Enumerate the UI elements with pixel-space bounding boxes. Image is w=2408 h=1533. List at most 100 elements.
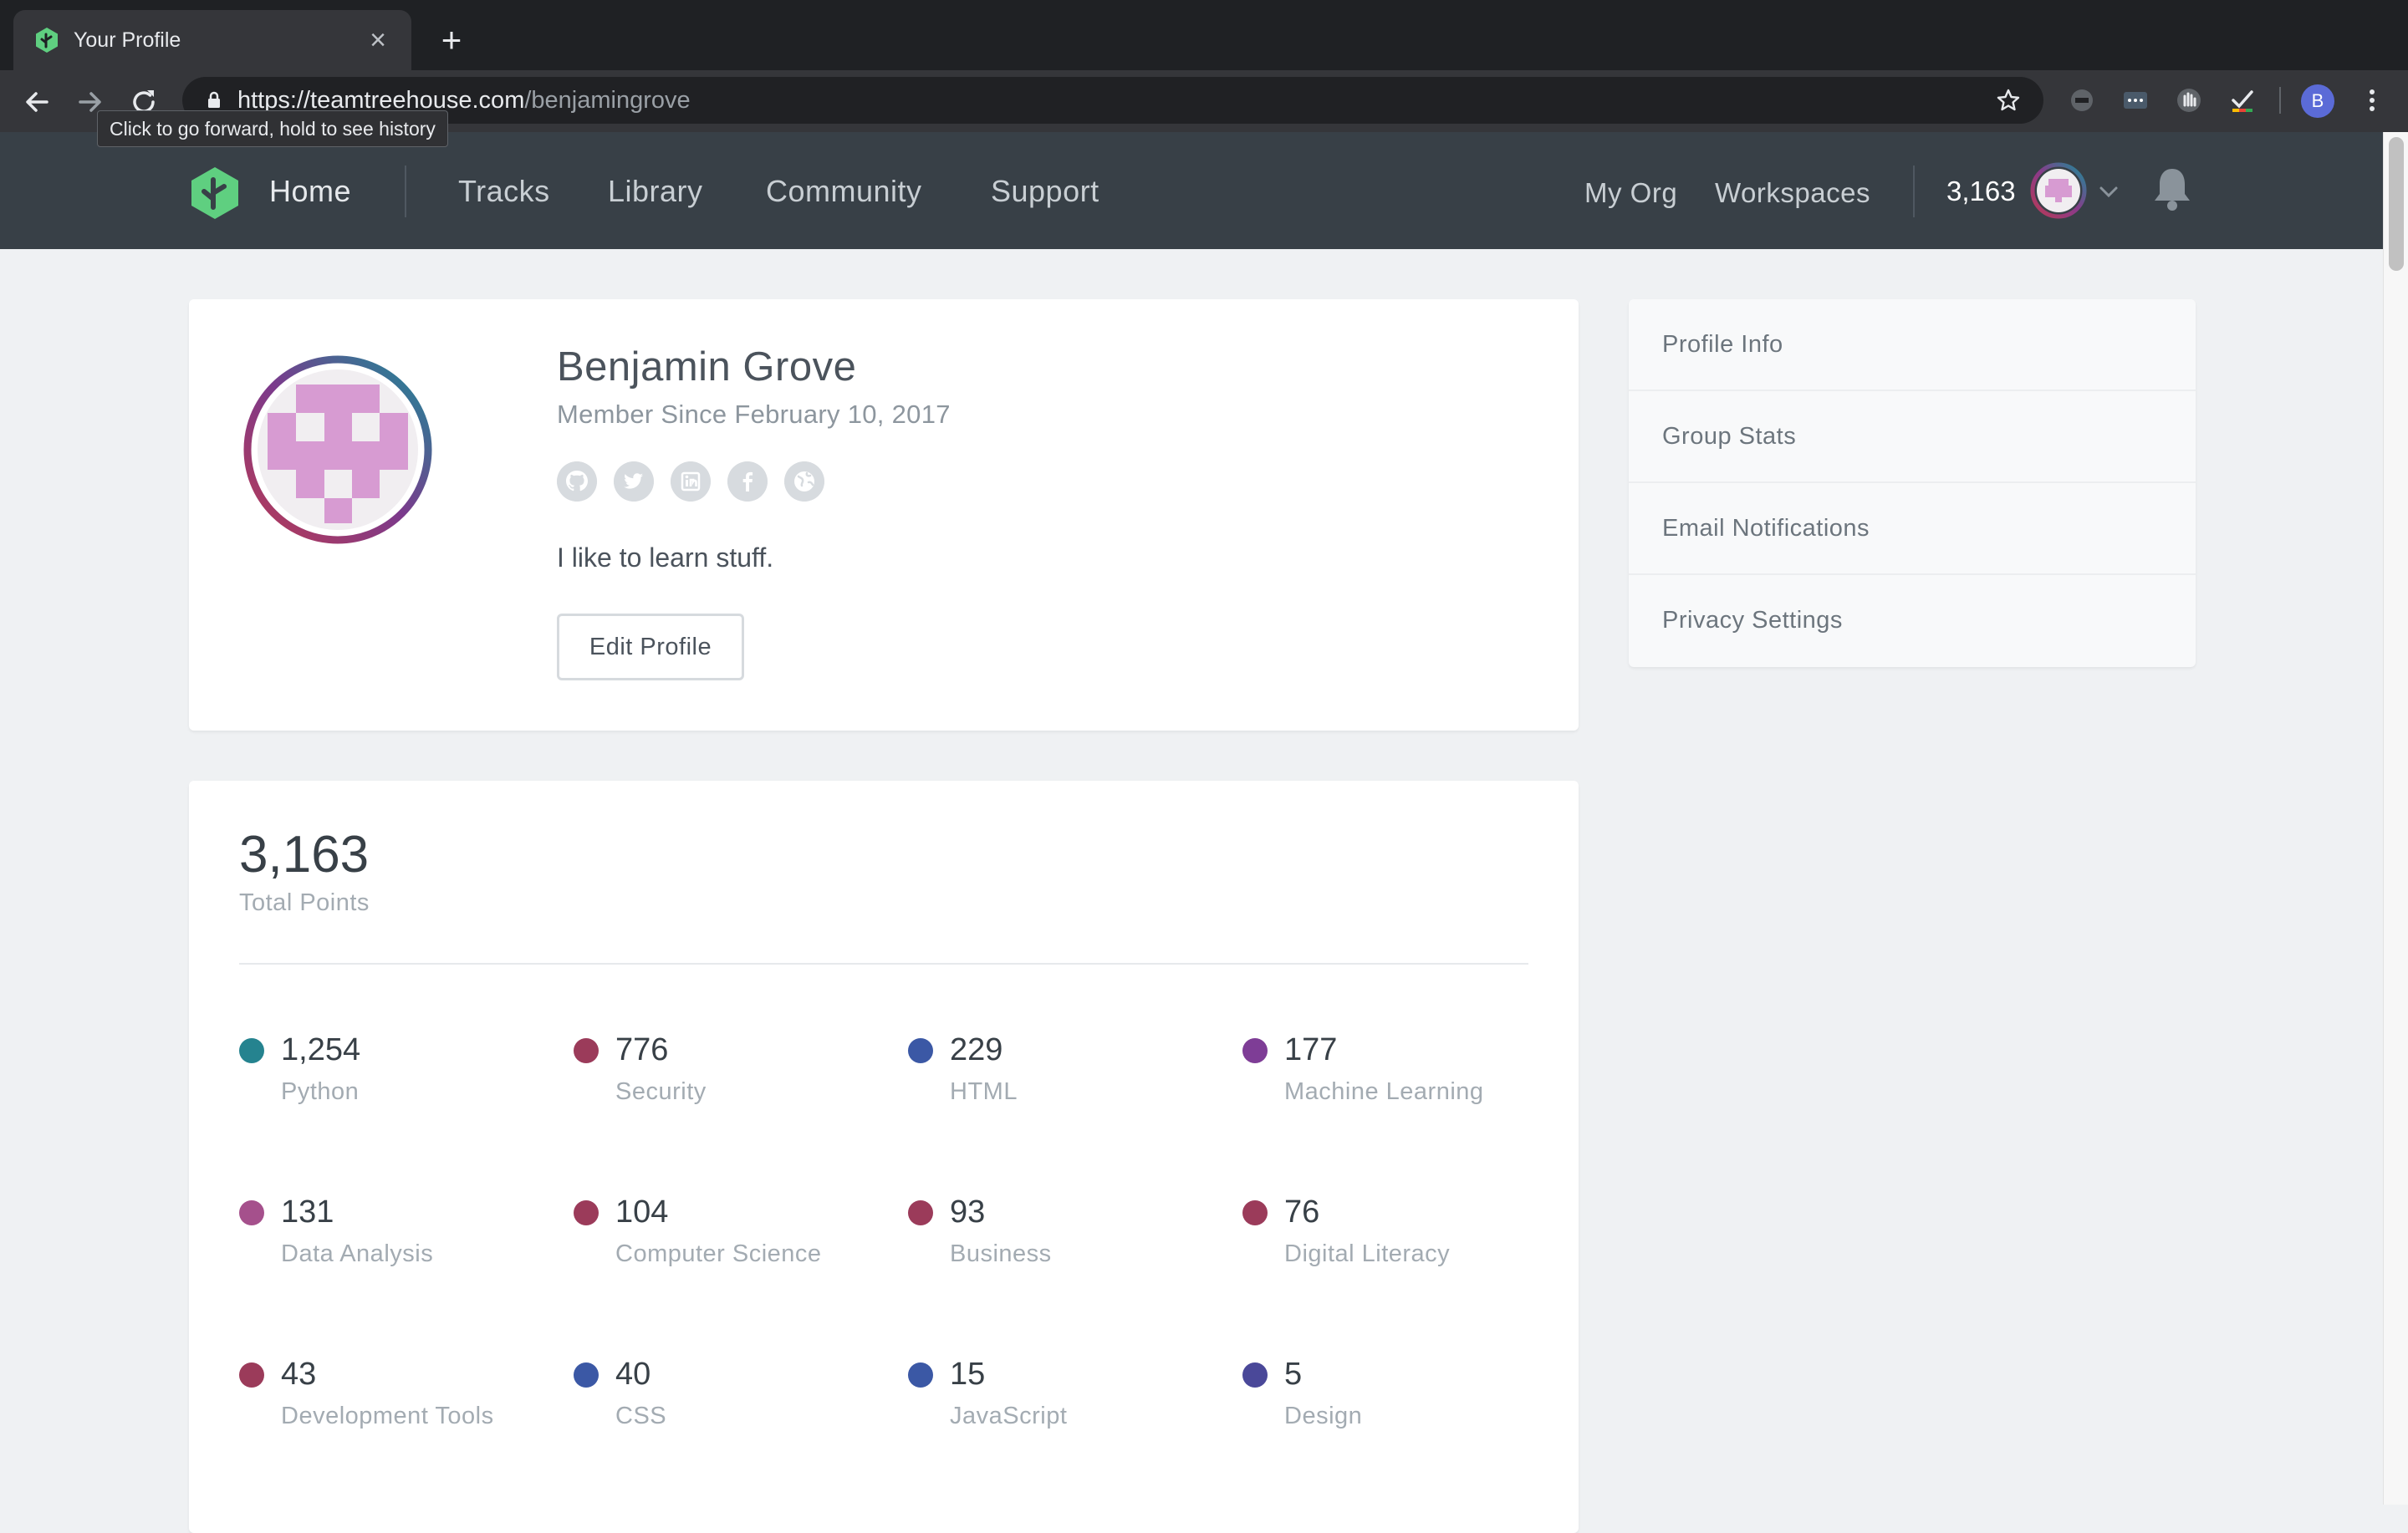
topic-name: Design bbox=[1284, 1403, 1363, 1429]
points-divider bbox=[239, 963, 1528, 965]
menu-item-label: Profile Info bbox=[1662, 331, 1783, 358]
topic-color-dot bbox=[574, 1362, 599, 1388]
topic-points-item: 76 Digital Literacy bbox=[1242, 1190, 1560, 1291]
new-tab-icon[interactable]: + bbox=[435, 23, 468, 58]
topic-points-value: 43 bbox=[281, 1357, 317, 1392]
forward-tooltip: Click to go forward, hold to see history bbox=[97, 110, 448, 147]
topic-color-dot bbox=[574, 1038, 599, 1063]
header-points[interactable]: 3,163 bbox=[1946, 174, 2016, 209]
topic-color-dot bbox=[908, 1362, 933, 1388]
total-points-value: 3,163 bbox=[239, 826, 370, 884]
topic-name: Digital Literacy bbox=[1284, 1240, 1451, 1267]
linkedin-icon[interactable] bbox=[671, 461, 711, 502]
topic-name: Machine Learning bbox=[1284, 1078, 1484, 1105]
topic-points-value: 76 bbox=[1284, 1194, 1320, 1230]
topic-name: Python bbox=[281, 1078, 360, 1105]
topic-name: Development Tools bbox=[281, 1403, 494, 1429]
topic-points-item: 1,254 Python bbox=[239, 1028, 557, 1128]
menu-email-notifications[interactable]: Email Notifications bbox=[1629, 483, 2196, 575]
topic-color-dot bbox=[908, 1200, 933, 1225]
menu-group-stats[interactable]: Group Stats bbox=[1629, 391, 2196, 483]
header-divider bbox=[405, 166, 406, 217]
topic-color-dot bbox=[239, 1038, 264, 1063]
topic-color-dot bbox=[574, 1200, 599, 1225]
profile-avatar bbox=[243, 355, 432, 544]
topic-points-value: 15 bbox=[950, 1357, 986, 1392]
extension-icon[interactable] bbox=[2065, 84, 2099, 117]
member-since: Member Since February 10, 2017 bbox=[557, 400, 951, 429]
topic-color-dot bbox=[1242, 1200, 1268, 1225]
topic-points-value: 177 bbox=[1284, 1032, 1338, 1067]
topic-points-item: 40 CSS bbox=[574, 1352, 891, 1453]
site-header: Home Tracks Library Community Support My… bbox=[0, 132, 2383, 249]
topic-points-value: 5 bbox=[1284, 1357, 1303, 1392]
nav-home[interactable]: Home bbox=[269, 172, 351, 211]
globe-icon[interactable] bbox=[784, 461, 824, 502]
treehouse-favicon-icon bbox=[36, 28, 58, 53]
treehouse-logo-icon[interactable] bbox=[187, 166, 242, 221]
browser-profile-avatar[interactable]: B bbox=[2301, 84, 2334, 118]
topic-color-dot bbox=[1242, 1362, 1268, 1388]
profile-card: Benjamin Grove Member Since February 10,… bbox=[189, 299, 1579, 731]
address-bar[interactable]: https://teamtreehouse.com/benjamingrove bbox=[182, 77, 2043, 124]
topic-name: Business bbox=[950, 1240, 1052, 1267]
topic-points-item: 131 Data Analysis bbox=[239, 1190, 557, 1291]
topic-name: Computer Science bbox=[615, 1240, 822, 1267]
topic-name: Security bbox=[615, 1078, 707, 1105]
toolbar-divider bbox=[2279, 87, 2281, 114]
topic-points-value: 93 bbox=[950, 1194, 986, 1230]
topic-name: Data Analysis bbox=[281, 1240, 434, 1267]
menu-item-label: Group Stats bbox=[1662, 423, 1797, 450]
nav-support[interactable]: Support bbox=[991, 172, 1099, 211]
kebab-menu-icon[interactable] bbox=[2360, 84, 2385, 117]
bell-icon[interactable] bbox=[2149, 164, 2196, 214]
topic-name: HTML bbox=[950, 1078, 1018, 1105]
topic-name: CSS bbox=[615, 1403, 667, 1429]
password-manager-icon[interactable] bbox=[2119, 84, 2152, 117]
menu-profile-info[interactable]: Profile Info bbox=[1629, 299, 2196, 391]
profile-name: Benjamin Grove bbox=[557, 344, 857, 390]
browser-tab[interactable]: Your Profile × bbox=[13, 10, 411, 70]
tab-close-icon[interactable]: × bbox=[363, 25, 393, 55]
github-icon[interactable] bbox=[557, 461, 597, 502]
menu-item-label: Privacy Settings bbox=[1662, 607, 1843, 634]
topic-points-item: 15 JavaScript bbox=[908, 1352, 1226, 1453]
topic-points-value: 104 bbox=[615, 1194, 669, 1230]
edit-profile-button[interactable]: Edit Profile bbox=[557, 614, 744, 680]
topic-points-value: 40 bbox=[615, 1357, 651, 1392]
header-divider-right bbox=[1913, 166, 1915, 217]
browser-tab-strip: Your Profile × + bbox=[0, 0, 2408, 70]
menu-privacy-settings[interactable]: Privacy Settings bbox=[1629, 575, 2196, 667]
lock-icon bbox=[208, 91, 220, 108]
topic-points-value: 776 bbox=[615, 1032, 669, 1067]
checkmark-extension-icon[interactable] bbox=[2226, 84, 2259, 117]
topic-points-item: 776 Security bbox=[574, 1028, 891, 1128]
nav-community[interactable]: Community bbox=[766, 172, 922, 211]
topic-points-value: 131 bbox=[281, 1194, 334, 1230]
back-arrow-icon[interactable] bbox=[20, 85, 54, 119]
bookmark-star-icon[interactable] bbox=[1995, 87, 2022, 114]
nav-workspaces[interactable]: Workspaces bbox=[1715, 174, 1870, 212]
topic-points-item: 5 Design bbox=[1242, 1352, 1560, 1453]
twitter-icon[interactable] bbox=[614, 461, 654, 502]
topic-points-item: 104 Computer Science bbox=[574, 1190, 891, 1291]
facebook-icon[interactable] bbox=[727, 461, 768, 502]
hand-extension-icon[interactable] bbox=[2172, 84, 2206, 117]
tab-title: Your Profile bbox=[74, 28, 181, 52]
topic-points-item: 43 Development Tools bbox=[239, 1352, 557, 1453]
page-scrollbar[interactable] bbox=[2383, 132, 2408, 1505]
topic-color-dot bbox=[239, 1200, 264, 1225]
chevron-down-icon[interactable] bbox=[2097, 181, 2120, 204]
nav-my-org[interactable]: My Org bbox=[1584, 174, 1677, 212]
topic-points-value: 1,254 bbox=[281, 1032, 361, 1067]
topic-color-dot bbox=[239, 1362, 264, 1388]
topic-points-value: 229 bbox=[950, 1032, 1003, 1067]
points-card: 3,163 Total Points 1,254 Python 776 Securit… bbox=[189, 781, 1579, 1533]
topic-points-item: 229 HTML bbox=[908, 1028, 1226, 1128]
nav-library[interactable]: Library bbox=[608, 172, 703, 211]
scroll-thumb[interactable] bbox=[2389, 137, 2404, 271]
user-avatar[interactable] bbox=[2030, 162, 2087, 219]
nav-tracks[interactable]: Tracks bbox=[458, 172, 550, 211]
topic-points-item: 177 Machine Learning bbox=[1242, 1028, 1560, 1128]
profile-side-menu: Profile Info Group Stats Email Notificat… bbox=[1629, 299, 2196, 667]
